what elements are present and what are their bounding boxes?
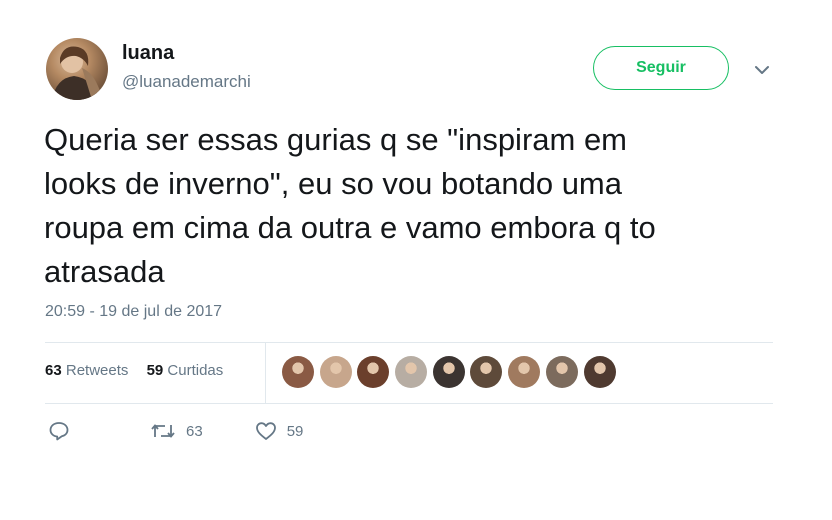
tweet-actions: 63 59 xyxy=(48,420,303,442)
retweet-count: 63 xyxy=(186,422,203,440)
liker-avatar[interactable] xyxy=(282,356,314,388)
user-handle[interactable]: @luanademarchi xyxy=(122,72,251,92)
divider xyxy=(45,403,773,404)
retweet-button[interactable]: 63 xyxy=(150,420,203,442)
reply-icon xyxy=(49,422,69,441)
tweet-text: Queria ser essas gurias q se "inspiram e… xyxy=(44,122,656,289)
likes-label: Curtidas xyxy=(167,362,224,379)
divider xyxy=(45,342,773,343)
tweet-stats: 63 Retweets 59 Curtidas xyxy=(45,362,237,379)
tweet-timestamp[interactable]: 20:59 - 19 de jul de 2017 xyxy=(45,303,222,321)
liker-avatar[interactable] xyxy=(470,356,503,388)
liker-avatar[interactable] xyxy=(545,356,578,388)
reply-button[interactable] xyxy=(48,420,70,442)
liker-avatar[interactable] xyxy=(357,356,390,388)
liker-avatar[interactable] xyxy=(432,356,465,388)
like-count: 59 xyxy=(286,422,304,440)
avatar[interactable] xyxy=(46,38,108,100)
like-button[interactable]: 59 xyxy=(255,420,304,442)
likers-list xyxy=(282,356,621,388)
heart-icon xyxy=(255,422,276,440)
chevron-down-icon[interactable] xyxy=(752,60,772,80)
retweets-count: 63 xyxy=(45,362,62,379)
liker-avatar[interactable] xyxy=(319,356,352,388)
liker-avatar[interactable] xyxy=(583,356,616,388)
tweet-card: luana @luanademarchi Seguir Queria ser e… xyxy=(0,0,832,520)
liker-avatar[interactable] xyxy=(508,356,541,388)
likes-count: 59 xyxy=(146,362,164,379)
user-name[interactable]: luana xyxy=(122,42,174,65)
divider xyxy=(265,343,266,403)
retweet-icon xyxy=(151,424,175,438)
liker-avatar[interactable] xyxy=(395,356,428,388)
follow-button[interactable]: Seguir xyxy=(593,46,729,90)
likes-stat[interactable]: 59 Curtidas xyxy=(147,362,224,379)
retweets-label: Retweets xyxy=(65,362,129,379)
retweets-stat[interactable]: 63 Retweets xyxy=(45,362,128,379)
